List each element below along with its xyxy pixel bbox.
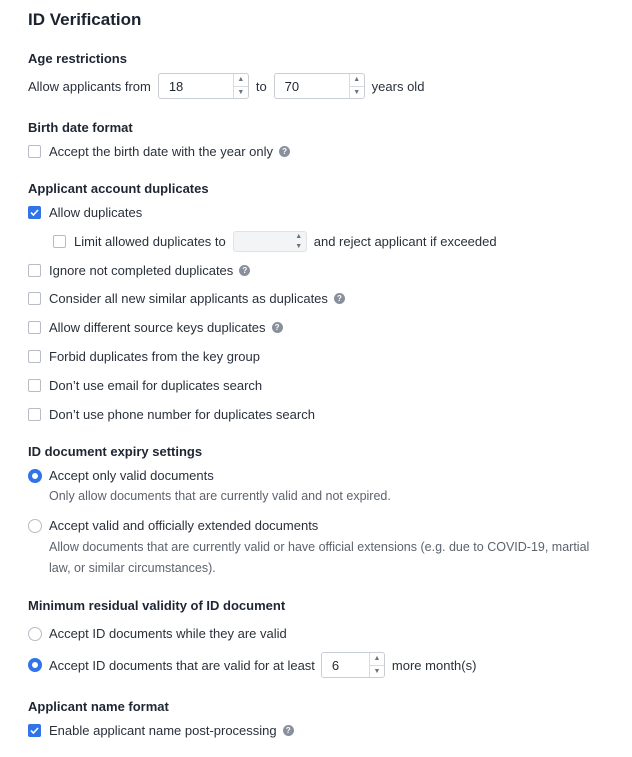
age-to-value: 70 bbox=[284, 78, 300, 94]
consider-duplicates-row[interactable]: Consider all new similar applicants as d… bbox=[28, 291, 345, 306]
help-icon[interactable]: ? bbox=[271, 322, 283, 333]
ignore-duplicates-checkbox[interactable] bbox=[28, 264, 41, 277]
age-from-value: 18 bbox=[168, 78, 184, 94]
forbid-duplicates-label: Forbid duplicates from the key group bbox=[49, 349, 260, 364]
consider-duplicates-label: Consider all new similar applicants as d… bbox=[49, 291, 328, 306]
spin-up-icon[interactable]: ▲ bbox=[292, 232, 306, 242]
spin-up-icon[interactable]: ▲ bbox=[369, 653, 384, 666]
extended-description-line-1: Allow documents that are currently valid… bbox=[49, 540, 590, 554]
age-from-stepper[interactable]: 18 ▲ ▼ bbox=[157, 73, 249, 99]
help-icon[interactable]: ? bbox=[333, 293, 345, 304]
name-section-title: Applicant name format bbox=[28, 699, 169, 714]
expiry-section-title: ID document expiry settings bbox=[28, 444, 203, 459]
at-least-radio[interactable] bbox=[28, 658, 42, 672]
valid-only-label: Accept only valid documents bbox=[49, 468, 214, 483]
birth-year-only-checkbox[interactable] bbox=[28, 145, 41, 158]
no-phone-checkbox[interactable] bbox=[28, 408, 41, 421]
extended-radio[interactable] bbox=[28, 518, 42, 533]
extended-row[interactable]: Accept valid and officially extended doc… bbox=[28, 518, 318, 533]
page-title: ID Verification bbox=[28, 10, 142, 29]
help-icon[interactable]: ? bbox=[239, 265, 251, 276]
spin-up-icon[interactable]: ▲ bbox=[233, 74, 248, 87]
age-to-label: to bbox=[255, 78, 267, 94]
valid-only-radio[interactable] bbox=[28, 468, 42, 483]
ignore-duplicates-label: Ignore not completed duplicates bbox=[49, 263, 234, 278]
birth-year-only-label: Accept the birth date with the year only bbox=[49, 144, 274, 159]
age-range-row: Allow applicants from 18 ▲ ▼ to 70 ▲ ▼ yea… bbox=[28, 73, 424, 99]
consider-duplicates-checkbox[interactable] bbox=[28, 292, 41, 305]
limit-duplicates-stepper[interactable]: ▲ ▼ bbox=[232, 231, 307, 252]
while-valid-row[interactable]: Accept ID documents while they are valid bbox=[28, 626, 287, 641]
age-section-title: Age restrictions bbox=[28, 51, 127, 66]
age-to-stepper[interactable]: 70 ▲ ▼ bbox=[273, 73, 365, 99]
name-post-processing-checkbox[interactable] bbox=[28, 724, 41, 737]
at-least-label: Accept ID documents that are valid for a… bbox=[49, 657, 315, 673]
while-valid-label: Accept ID documents while they are valid bbox=[49, 626, 287, 641]
no-email-checkbox[interactable] bbox=[28, 379, 41, 392]
allow-duplicates-row[interactable]: Allow duplicates bbox=[28, 205, 142, 220]
dup-section-title: Applicant account duplicates bbox=[28, 181, 209, 196]
extended-label: Accept valid and officially extended doc… bbox=[49, 518, 319, 533]
months-stepper[interactable]: 6 ▲ ▼ bbox=[320, 652, 385, 678]
months-suffix-label: more month(s) bbox=[391, 657, 477, 673]
residual-section-title: Minimum residual validity of ID document bbox=[28, 598, 286, 613]
help-icon[interactable]: ? bbox=[279, 146, 291, 157]
forbid-duplicates-checkbox[interactable] bbox=[28, 350, 41, 363]
spin-down-icon[interactable]: ▼ bbox=[234, 87, 248, 99]
help-icon[interactable]: ? bbox=[282, 725, 294, 736]
limit-duplicates-checkbox[interactable] bbox=[53, 235, 66, 248]
while-valid-radio[interactable] bbox=[28, 626, 42, 641]
spin-up-icon[interactable]: ▲ bbox=[349, 74, 364, 87]
limit-duplicates-label: Limit allowed duplicates to bbox=[74, 234, 226, 249]
no-email-row[interactable]: Don’t use email for duplicates search bbox=[28, 378, 262, 393]
name-post-processing-row[interactable]: Enable applicant name post-processing ? bbox=[28, 723, 294, 738]
no-phone-row[interactable]: Don’t use phone number for duplicates se… bbox=[28, 407, 315, 422]
spin-down-icon[interactable]: ▼ bbox=[292, 242, 306, 252]
limit-duplicates-row: Limit allowed duplicates to ▲ ▼ and rejec… bbox=[53, 231, 497, 252]
forbid-duplicates-row[interactable]: Forbid duplicates from the key group bbox=[28, 349, 260, 364]
birth-year-only-row[interactable]: Accept the birth date with the year only… bbox=[28, 144, 291, 159]
extended-description-line-2: law, or similar circumstances). bbox=[49, 561, 216, 575]
name-post-processing-label: Enable applicant name post-processing bbox=[49, 723, 277, 738]
source-keys-label: Allow different source keys duplicates bbox=[49, 320, 266, 335]
age-suffix-label: years old bbox=[371, 78, 425, 94]
limit-suffix-label: and reject applicant if exceeded bbox=[313, 234, 497, 249]
spin-down-icon[interactable]: ▼ bbox=[370, 666, 384, 678]
source-keys-row[interactable]: Allow different source keys duplicates ? bbox=[28, 320, 283, 335]
age-prefix-label: Allow applicants from bbox=[28, 78, 151, 94]
ignore-duplicates-row[interactable]: Ignore not completed duplicates ? bbox=[28, 263, 251, 278]
valid-only-description: Only allow documents that are currently … bbox=[49, 489, 391, 503]
no-phone-label: Don’t use phone number for duplicates se… bbox=[49, 407, 315, 422]
birth-section-title: Birth date format bbox=[28, 120, 133, 135]
at-least-row[interactable]: Accept ID documents that are valid for a… bbox=[28, 652, 476, 678]
source-keys-checkbox[interactable] bbox=[28, 321, 41, 334]
allow-duplicates-checkbox[interactable] bbox=[28, 206, 41, 219]
allow-duplicates-label: Allow duplicates bbox=[49, 205, 143, 220]
valid-only-row[interactable]: Accept only valid documents bbox=[28, 468, 214, 483]
no-email-label: Don’t use email for duplicates search bbox=[49, 378, 263, 393]
spin-down-icon[interactable]: ▼ bbox=[350, 87, 364, 99]
months-value: 6 bbox=[331, 657, 340, 673]
